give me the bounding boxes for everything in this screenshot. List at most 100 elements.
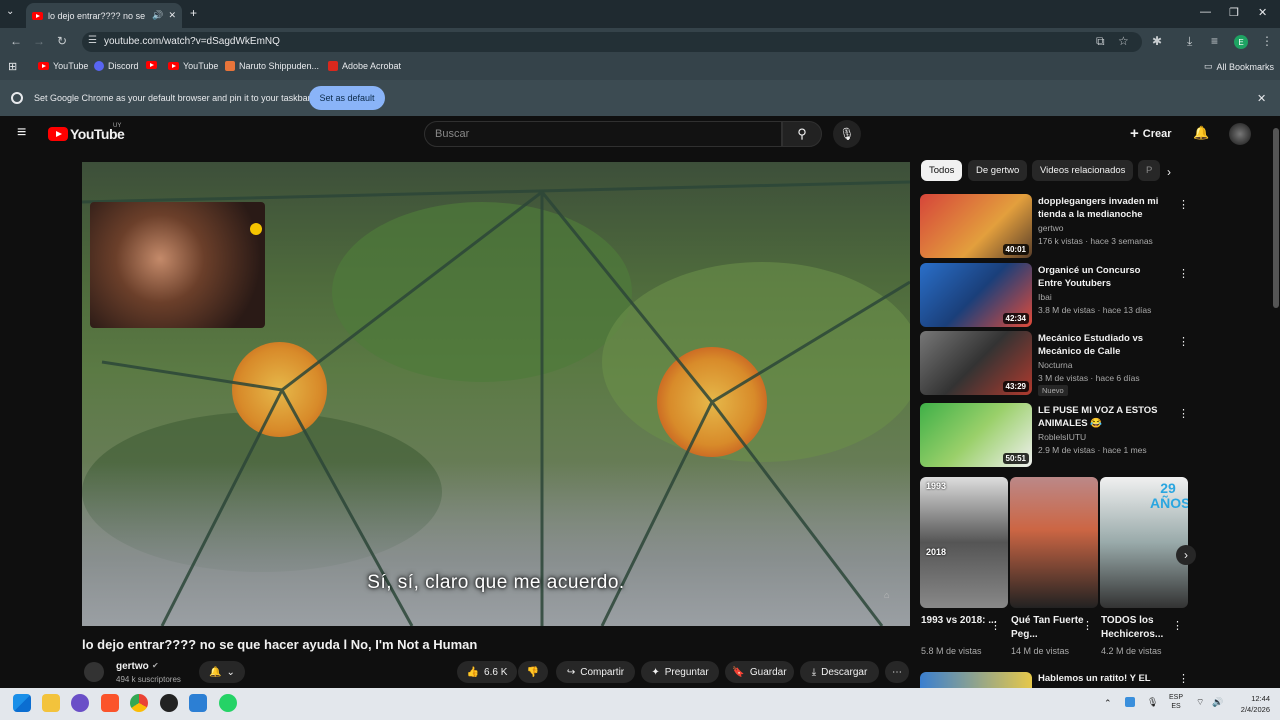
youtube-logo-icon[interactable]	[48, 127, 68, 141]
window-close-icon[interactable]: ✕	[1258, 6, 1267, 19]
site-info-icon[interactable]: ☰	[88, 35, 97, 46]
shorts-next-chevron-icon[interactable]: ›	[1176, 545, 1196, 565]
more-options-icon[interactable]: ⋮	[1178, 407, 1189, 420]
windows-start-icon[interactable]	[13, 694, 31, 712]
url-text[interactable]: youtube.com/watch?v=dSagdWkEmNQ	[104, 36, 280, 47]
bookmark-acrobat[interactable]: Adobe Acrobat	[328, 61, 401, 71]
more-options-icon[interactable]: ⋮	[1172, 619, 1183, 632]
input-language[interactable]: ESP ES	[1169, 693, 1183, 711]
video-thumbnail[interactable]: 43:29	[920, 331, 1032, 395]
tab-close-icon[interactable]: ✕	[168, 10, 176, 21]
video-thumbnail[interactable]: 40:01	[920, 194, 1032, 258]
more-options-icon[interactable]: ⋮	[1082, 619, 1093, 632]
notifications-bell-icon[interactable]: 🔔	[1193, 125, 1209, 141]
bookmark-youtube[interactable]: YouTube	[38, 61, 88, 71]
channel-name[interactable]: gertwo	[116, 661, 149, 672]
bookmark-red-icon[interactable]	[146, 61, 157, 69]
tray-chevron-icon[interactable]: ⌃	[1104, 698, 1112, 709]
search-button[interactable]: ⚲	[782, 121, 822, 147]
tray-mic-icon[interactable]: 🎙	[1147, 697, 1158, 708]
dislike-button[interactable]: 👎	[518, 661, 548, 683]
bookmark-naruto[interactable]: Naruto Shippuden...	[225, 61, 319, 71]
browser-tab[interactable]: lo dejo entrar???? no se que hacer ayuda…	[26, 3, 182, 28]
chip-partial[interactable]: P	[1138, 160, 1160, 181]
video-thumbnail[interactable]: 42:34	[920, 263, 1032, 327]
recommendation-channel[interactable]: RoblelsIUTU	[1038, 432, 1086, 442]
ask-button[interactable]: ✦ Preguntar	[641, 661, 719, 683]
reload-icon[interactable]: ↻	[57, 34, 67, 48]
page-scrollbar[interactable]	[1272, 116, 1280, 688]
video-thumbnail[interactable]: 50:51	[920, 403, 1032, 467]
user-avatar[interactable]	[1229, 123, 1251, 145]
downloads-icon[interactable]: ⤓	[1187, 34, 1192, 49]
recommendation-channel[interactable]: gertwo	[1038, 223, 1064, 233]
share-button[interactable]: ↪ Compartir	[556, 661, 635, 683]
scrollbar-thumb[interactable]	[1273, 128, 1279, 308]
more-options-icon[interactable]: ⋮	[1178, 335, 1189, 348]
chip-all[interactable]: Todos	[921, 160, 963, 181]
app-icon[interactable]	[160, 694, 178, 712]
like-button[interactable]: 👍 6.6 K	[457, 661, 517, 683]
more-actions-button[interactable]: ⋯	[885, 661, 909, 683]
minimize-icon[interactable]: —	[1200, 6, 1211, 18]
clock[interactable]: 12:44 2/4/2026	[1230, 693, 1270, 715]
wifi-icon[interactable]: ⌔	[1196, 697, 1204, 708]
more-options-icon[interactable]: ⋮	[1178, 267, 1189, 280]
recommendation-title[interactable]: Mecánico Estudiado vs Mecánico de Calle	[1038, 332, 1162, 358]
back-icon[interactable]: ←	[10, 34, 22, 48]
chrome-menu-icon[interactable]: ⋮	[1261, 34, 1273, 48]
all-bookmarks[interactable]: ▭ All Bookmarks	[1204, 61, 1274, 72]
volume-icon[interactable]: 🔊	[1212, 697, 1223, 708]
chrome-taskbar-icon[interactable]	[130, 694, 148, 712]
voice-search-button[interactable]: 🎙	[833, 120, 861, 148]
brave-browser-icon[interactable]	[101, 694, 119, 712]
chip-from-channel[interactable]: De gertwo	[968, 160, 1028, 181]
profile-avatar[interactable]: E	[1234, 35, 1248, 49]
chip-related[interactable]: Videos relacionados	[1032, 160, 1134, 181]
audio-icon[interactable]: 🔊	[152, 10, 163, 21]
app-icon[interactable]	[71, 694, 89, 712]
bookmark-star-icon[interactable]: ☆	[1118, 34, 1129, 48]
extensions-icon[interactable]: ✱	[1152, 34, 1162, 48]
infobar-close-icon[interactable]: ✕	[1257, 92, 1266, 105]
search-input[interactable]	[424, 121, 782, 147]
chips-next-chevron-icon[interactable]: ›	[1167, 165, 1171, 179]
recommendation-item[interactable]: 40:01 dopplegangers invaden mi tienda a …	[920, 194, 1189, 258]
recommendation-channel[interactable]: Ibai	[1038, 292, 1052, 302]
forward-icon[interactable]: →	[33, 34, 45, 48]
more-options-icon[interactable]: ⋮	[990, 619, 1001, 632]
new-tab-button[interactable]: +	[190, 6, 197, 20]
short-thumbnail[interactable]	[1010, 477, 1098, 608]
app-icon[interactable]	[189, 694, 207, 712]
install-app-icon[interactable]: ⧉	[1096, 34, 1105, 49]
create-button[interactable]: + Crear	[1130, 125, 1172, 142]
recommendation-item[interactable]: 43:29 Mecánico Estudiado vs Mecánico de …	[920, 331, 1189, 396]
recommendation-title[interactable]: Hablemos un ratito! Y EL	[1038, 673, 1178, 686]
tab-search-icon[interactable]: ⌄	[6, 6, 14, 17]
whatsapp-icon[interactable]	[219, 694, 237, 712]
recommendation-title[interactable]: Organicé un Concurso Entre Youtubers	[1038, 264, 1162, 290]
recommendation-channel[interactable]: Nocturna	[1038, 360, 1073, 370]
more-options-icon[interactable]: ⋮	[1178, 198, 1189, 211]
save-button[interactable]: 🔖 Guardar	[725, 661, 794, 683]
video-thumbnail[interactable]	[920, 672, 1032, 688]
media-control-icon[interactable]: ≡	[1211, 34, 1218, 48]
hamburger-menu-icon[interactable]: ≡	[17, 124, 26, 142]
short-thumbnail[interactable]: 29 AÑOS	[1100, 477, 1188, 608]
short-thumbnail[interactable]: 1993 2018	[920, 477, 1008, 608]
recommendation-title[interactable]: dopplegangers invaden mi tienda a la med…	[1038, 195, 1162, 221]
file-explorer-icon[interactable]	[42, 694, 60, 712]
set-default-button[interactable]: Set as default	[309, 86, 385, 110]
recommendation-item[interactable]: 50:51 LE PUSE MI VOZ A ESTOS ANIMALES 😂 …	[920, 403, 1189, 467]
bookmark-discord[interactable]: Discord	[94, 61, 139, 71]
maximize-icon[interactable]: ❐	[1229, 6, 1239, 19]
recommendation-item[interactable]: 42:34 Organicé un Concurso Entre Youtube…	[920, 263, 1189, 327]
bookmark-youtube-2[interactable]: YouTube	[168, 61, 218, 71]
recommendation-title[interactable]: LE PUSE MI VOZ A ESTOS ANIMALES 😂	[1038, 404, 1162, 430]
channel-avatar[interactable]	[84, 662, 104, 682]
more-options-icon[interactable]: ⋮	[1178, 672, 1189, 685]
download-button[interactable]: ⤓ Descargar	[800, 661, 879, 683]
tray-app-icon[interactable]	[1125, 697, 1135, 707]
subscription-bell-button[interactable]: 🔔 ⌄	[199, 661, 245, 683]
apps-grid-icon[interactable]: ⊞	[8, 60, 17, 73]
